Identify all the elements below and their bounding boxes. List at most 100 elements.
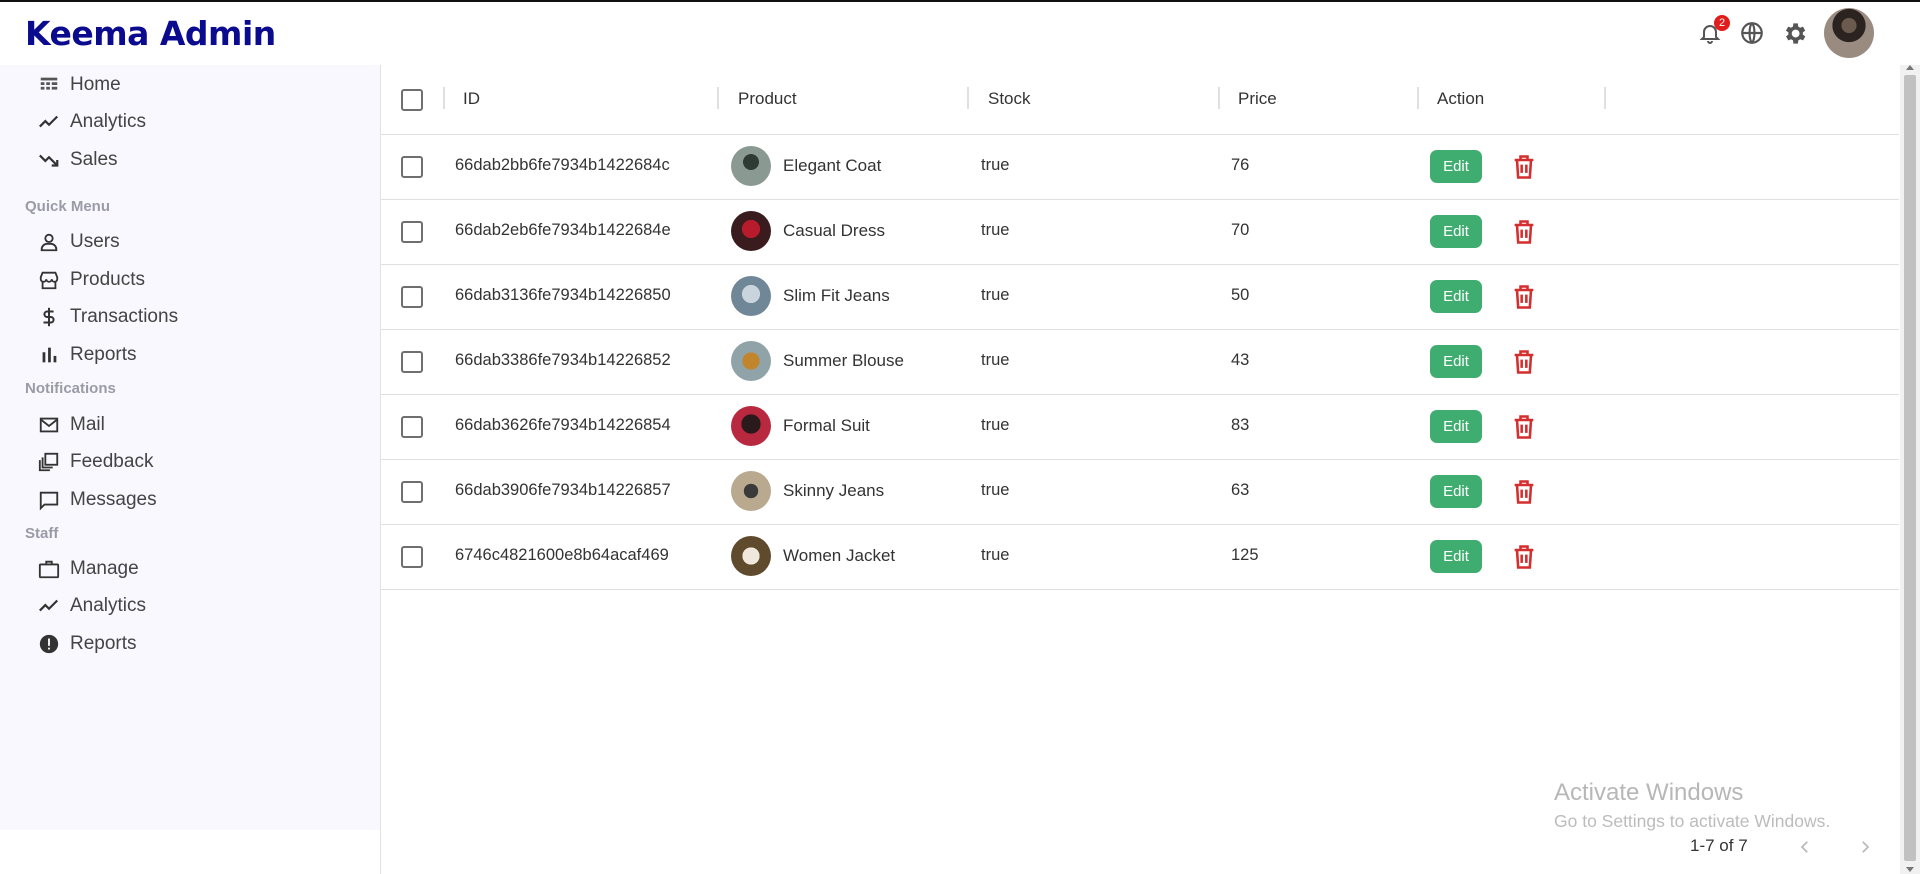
scroll-down-arrow[interactable] (1906, 867, 1914, 872)
product-image (731, 276, 771, 316)
edit-button[interactable]: Edit (1430, 150, 1482, 183)
topbar-icons: 2 (1696, 7, 1874, 59)
sidebar-item-label: Analytics (70, 111, 147, 132)
column-header-id[interactable]: ID (463, 89, 480, 109)
sidebar-item-sales[interactable]: Sales (38, 145, 118, 175)
column-header-price[interactable]: Price (1238, 89, 1277, 109)
sidebar-item-label: Reports (70, 633, 137, 654)
column-separator[interactable] (967, 87, 969, 109)
cell-price: 63 (1231, 481, 1250, 499)
trash-icon[interactable] (1510, 218, 1538, 246)
cell-stock: true (981, 416, 1010, 434)
quick-menu-title: Quick Menu (25, 198, 111, 215)
cell-stock: true (981, 481, 1010, 499)
user-icon (40, 233, 58, 252)
product-image (731, 406, 771, 446)
table-row[interactable]: 66dab3626fe7934b14226854 Formal Suit tru… (381, 395, 1899, 460)
edit-button[interactable]: Edit (1430, 215, 1482, 248)
trash-icon[interactable] (1510, 543, 1538, 571)
row-checkbox[interactable] (401, 156, 423, 178)
edit-button[interactable]: Edit (1430, 410, 1482, 443)
column-separator[interactable] (443, 87, 445, 109)
edit-button[interactable]: Edit (1430, 475, 1482, 508)
trend-up-icon (39, 115, 59, 128)
cell-price: 125 (1231, 546, 1259, 564)
sidebar-item-transactions[interactable]: Transactions (38, 302, 178, 332)
table-row[interactable]: 66dab3386fe7934b14226852 Summer Blouse t… (381, 330, 1899, 395)
trash-icon[interactable] (1510, 153, 1538, 181)
sidebar-item-label: Analytics (70, 595, 147, 616)
sidebar-item-label: Messages (70, 489, 157, 510)
table-row[interactable]: 66dab2bb6fe7934b1422684c Elegant Coat tr… (381, 135, 1899, 200)
language-button[interactable] (1738, 19, 1766, 47)
cell-product: Formal Suit (783, 416, 870, 435)
column-separator[interactable] (1218, 87, 1220, 109)
column-separator[interactable] (1604, 87, 1606, 109)
row-checkbox[interactable] (401, 286, 423, 308)
topbar: Keema Admin 2 (0, 2, 1920, 65)
notifications-button[interactable]: 2 (1696, 15, 1730, 47)
trash-icon[interactable] (1510, 348, 1538, 376)
cell-stock: true (981, 156, 1010, 174)
sidebar-item-mail[interactable]: Mail (38, 410, 105, 440)
next-page-button[interactable] (1852, 834, 1878, 860)
sidebar-item-staff-reports[interactable]: Reports (38, 629, 137, 659)
sidebar-item-analytics[interactable]: Analytics (38, 107, 146, 137)
table-row[interactable]: 66dab3906fe7934b14226857 Skinny Jeans tr… (381, 460, 1899, 525)
table-row[interactable]: 66dab3136fe7934b14226850 Slim Fit Jeans … (381, 265, 1899, 330)
cell-id: 6746c4821600e8b64acaf469 (455, 546, 669, 564)
column-separator[interactable] (1417, 87, 1419, 109)
table-row[interactable]: 6746c4821600e8b64acaf469 Women Jacket tr… (381, 525, 1899, 590)
sidebar-item-messages[interactable]: Messages (38, 485, 157, 515)
cell-id: 66dab2bb6fe7934b1422684c (455, 156, 670, 174)
cell-stock: true (981, 546, 1010, 564)
row-checkbox[interactable] (401, 221, 423, 243)
vertical-scrollbar[interactable] (1900, 65, 1920, 874)
sidebar-item-staff-analytics[interactable]: Analytics (38, 591, 146, 621)
cell-price: 70 (1231, 221, 1250, 239)
trash-icon[interactable] (1510, 478, 1538, 506)
column-header-action[interactable]: Action (1437, 89, 1484, 109)
cell-price: 50 (1231, 286, 1250, 304)
scroll-up-arrow[interactable] (1906, 65, 1914, 70)
sidebar-item-users[interactable]: Users (38, 227, 120, 257)
sidebar-item-products[interactable]: Products (38, 265, 145, 295)
edit-button[interactable]: Edit (1430, 345, 1482, 378)
row-checkbox[interactable] (401, 481, 423, 503)
dollar-icon (43, 307, 55, 327)
edit-button[interactable]: Edit (1430, 540, 1482, 573)
product-image (731, 211, 771, 251)
user-avatar[interactable] (1824, 8, 1874, 58)
sidebar-item-label: Feedback (70, 451, 154, 472)
cell-product: Elegant Coat (783, 156, 882, 175)
cell-stock: true (981, 351, 1010, 369)
row-checkbox[interactable] (401, 546, 423, 568)
edit-button[interactable]: Edit (1430, 280, 1482, 313)
sidebar-item-label: Reports (70, 344, 137, 365)
sidebar-item-label: Home (70, 74, 121, 95)
app-logo[interactable]: Keema Admin (25, 14, 276, 53)
sidebar-item-label: Sales (70, 149, 118, 170)
cell-price: 43 (1231, 351, 1250, 369)
settings-button[interactable] (1780, 19, 1808, 47)
column-separator[interactable] (717, 87, 719, 109)
cell-id: 66dab3386fe7934b14226852 (455, 351, 671, 369)
column-header-product[interactable]: Product (738, 89, 797, 109)
trash-icon[interactable] (1510, 413, 1538, 441)
cell-product: Casual Dress (783, 221, 886, 240)
row-checkbox[interactable] (401, 351, 423, 373)
sidebar-item-home[interactable]: Home (38, 70, 121, 100)
row-checkbox[interactable] (401, 416, 423, 438)
sidebar-item-reports[interactable]: Reports (38, 340, 137, 370)
cell-id: 66dab3906fe7934b14226857 (455, 481, 671, 499)
table-row[interactable]: 66dab2eb6fe7934b1422684e Casual Dress tr… (381, 200, 1899, 265)
previous-page-button[interactable] (1792, 834, 1818, 860)
scroll-thumb[interactable] (1904, 75, 1916, 861)
sidebar-item-feedback[interactable]: Feedback (38, 447, 153, 477)
cell-price: 83 (1231, 416, 1250, 434)
trash-icon[interactable] (1510, 283, 1538, 311)
cell-price: 76 (1231, 156, 1250, 174)
sidebar-item-manage[interactable]: Manage (38, 554, 139, 584)
column-header-stock[interactable]: Stock (988, 89, 1031, 109)
select-all-checkbox[interactable] (401, 89, 423, 111)
